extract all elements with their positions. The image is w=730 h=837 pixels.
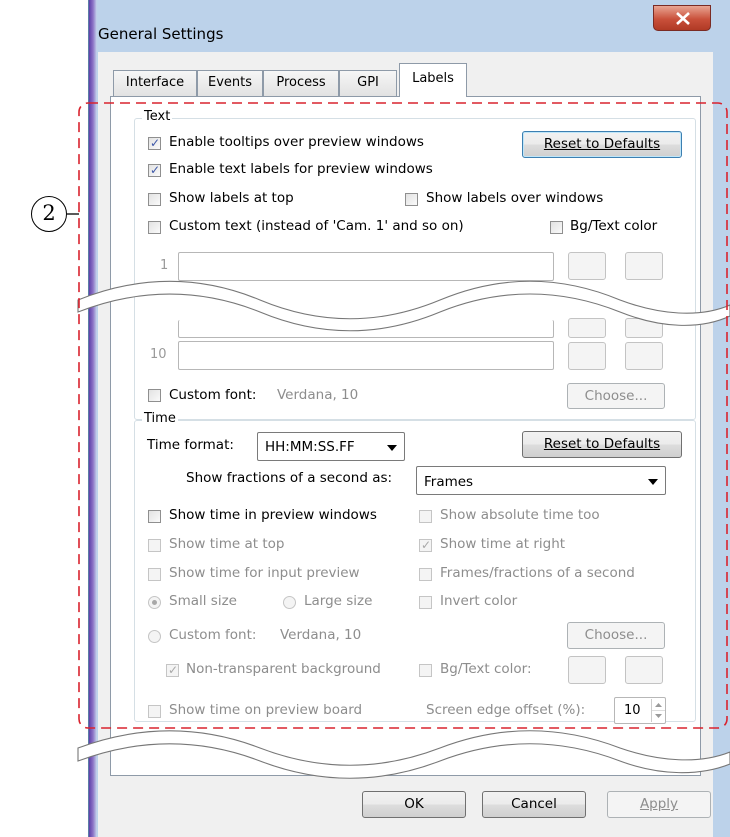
cancel-button[interactable]: Cancel	[482, 791, 586, 818]
tab-gpi[interactable]: GPI	[339, 70, 397, 96]
time-group-label: Time	[142, 411, 178, 426]
show-time-at-right-checkbox[interactable]: ✓	[419, 538, 432, 552]
text-custom-font-value: Verdana, 10	[277, 387, 359, 403]
bg-text-color-checkbox[interactable]	[550, 221, 563, 234]
show-absolute-time-checkbox[interactable]	[419, 510, 432, 523]
apply-button[interactable]: Apply	[607, 791, 711, 818]
fractions-label: Show fractions of a second as:	[186, 470, 393, 486]
small-size-label: Small size	[169, 593, 237, 609]
edge-offset-value: 10	[624, 703, 641, 718]
row-number: 10	[150, 347, 167, 362]
time-bg-text-color-checkbox[interactable]	[419, 664, 432, 677]
bg-color-swatch-1[interactable]	[568, 252, 606, 280]
show-time-at-right-label: Show time at right	[440, 536, 566, 552]
show-time-input-checkbox[interactable]	[148, 568, 161, 581]
show-labels-over-windows-label: Show labels over windows	[426, 190, 604, 206]
chevron-down-icon	[648, 479, 658, 485]
show-time-at-top-checkbox[interactable]	[148, 539, 161, 552]
text-color-swatch-10[interactable]	[625, 342, 663, 370]
time-reset-defaults-button[interactable]: Reset to Defaults	[522, 431, 682, 458]
custom-text-field-1[interactable]	[178, 252, 554, 281]
edge-offset-spinbox[interactable]: 10	[614, 697, 666, 724]
custom-text-field-10[interactable]	[178, 341, 554, 370]
show-time-at-top-label: Show time at top	[169, 536, 285, 552]
enable-text-labels-label: Enable text labels for preview windows	[169, 161, 433, 177]
spin-buttons[interactable]	[651, 699, 665, 722]
ok-button[interactable]: OK	[362, 791, 466, 818]
time-custom-font-radio[interactable]	[148, 630, 161, 643]
time-bg-color-swatch[interactable]	[568, 656, 606, 684]
bg-color-swatch-9[interactable]	[568, 318, 606, 338]
custom-text-checkbox[interactable]	[148, 221, 161, 234]
window-title: General Settings	[98, 25, 224, 43]
invert-color-checkbox[interactable]	[419, 596, 432, 609]
non-transparent-bg-label: Non-transparent background	[186, 661, 381, 677]
tab-interface[interactable]: Interface	[113, 70, 197, 96]
enable-tooltips-checkbox[interactable]: ✓	[148, 136, 161, 150]
text-reset-defaults-button[interactable]: Reset to Defaults	[522, 131, 682, 158]
enable-tooltips-label: Enable tooltips over preview windows	[169, 134, 424, 150]
text-group-label: Text	[142, 109, 173, 124]
bg-text-color-label: Bg/Text color	[570, 218, 658, 234]
text-choose-font-button[interactable]: Choose...	[567, 383, 665, 409]
time-format-value: HH:MM:SS.FF	[265, 439, 355, 455]
time-custom-font-label: Custom font:	[169, 627, 257, 643]
custom-text-label: Custom text (instead of 'Cam. 1' and so …	[169, 218, 464, 234]
text-custom-font-checkbox[interactable]	[148, 389, 161, 402]
custom-text-field-9[interactable]	[178, 320, 554, 338]
enable-text-labels-checkbox[interactable]: ✓	[148, 163, 161, 177]
time-choose-font-button[interactable]: Choose...	[567, 622, 665, 649]
invert-color-label: Invert color	[440, 593, 518, 609]
close-button[interactable]	[653, 5, 711, 31]
callout-marker: 2	[31, 196, 67, 232]
tab-events[interactable]: Events	[197, 70, 263, 96]
text-custom-font-label: Custom font:	[169, 387, 257, 403]
large-size-label: Large size	[304, 593, 373, 609]
text-color-swatch-1[interactable]	[625, 252, 663, 280]
fractions-dropdown[interactable]: Frames	[416, 466, 666, 495]
frames-fractions-checkbox[interactable]	[419, 568, 432, 581]
show-time-board-label: Show time on preview board	[169, 702, 363, 718]
time-custom-font-value: Verdana, 10	[280, 627, 362, 643]
show-absolute-time-label: Show absolute time too	[440, 507, 600, 523]
fractions-value: Frames	[424, 474, 474, 490]
frames-fractions-label: Frames/fractions of a second	[440, 565, 635, 581]
non-transparent-bg-checkbox[interactable]: ✓	[166, 663, 179, 677]
show-time-preview-checkbox[interactable]	[148, 510, 161, 523]
time-bg-text-color-label: Bg/Text color:	[440, 661, 532, 677]
row-number: 1	[160, 258, 169, 273]
show-time-board-checkbox[interactable]	[148, 705, 161, 718]
chevron-down-icon	[387, 445, 397, 451]
show-labels-over-windows-checkbox[interactable]	[405, 193, 418, 206]
text-color-swatch-9[interactable]	[625, 318, 663, 338]
spin-arrows-icon	[652, 703, 665, 718]
large-size-radio[interactable]	[283, 596, 296, 609]
time-format-dropdown[interactable]: HH:MM:SS.FF	[257, 432, 405, 461]
edge-offset-label: Screen edge offset (%):	[426, 702, 586, 718]
time-format-label: Time format:	[147, 437, 234, 453]
show-labels-at-top-label: Show labels at top	[169, 190, 294, 206]
tab-labels[interactable]: Labels	[399, 63, 467, 97]
show-time-preview-label: Show time in preview windows	[169, 507, 377, 523]
bg-color-swatch-10[interactable]	[568, 342, 606, 370]
tab-process[interactable]: Process	[263, 70, 339, 96]
time-text-color-swatch[interactable]	[625, 656, 663, 684]
show-labels-at-top-checkbox[interactable]	[148, 193, 161, 206]
small-size-radio[interactable]	[148, 596, 161, 609]
show-time-input-label: Show time for input preview	[169, 565, 360, 581]
close-icon	[676, 12, 690, 25]
